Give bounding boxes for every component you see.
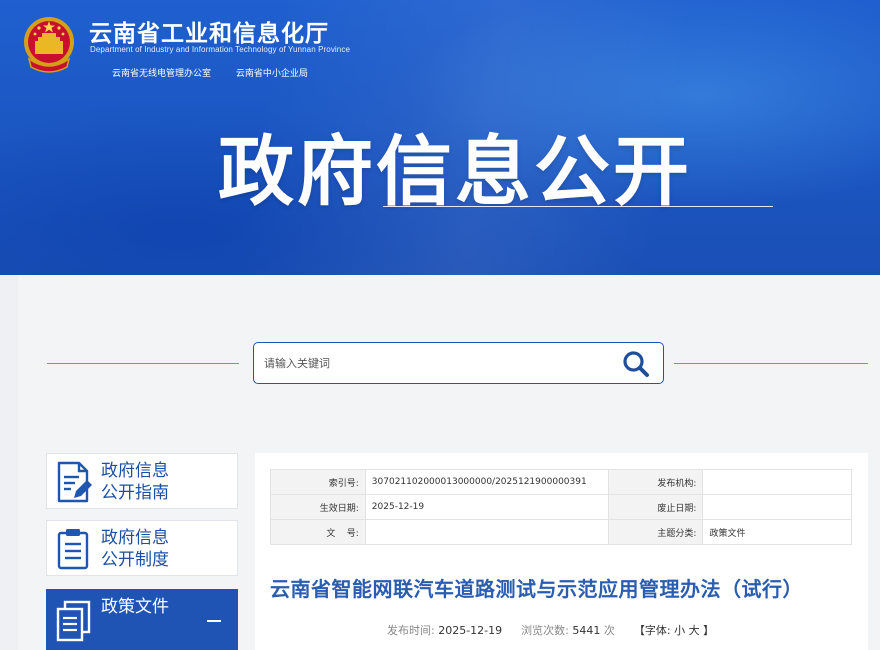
header-banner: 云南省工业和信息化厅 Department of Industry and In… — [0, 0, 880, 275]
topic-label: 主题分类: — [607, 519, 704, 545]
font-large-button[interactable]: 大 — [689, 624, 700, 637]
sub-unit-radio-office[interactable]: 云南省无线电管理办公室 — [112, 69, 211, 79]
search-divider-right — [674, 363, 868, 364]
table-row: 文 号: 主题分类: 政策文件 — [270, 519, 852, 545]
expire-date-label: 废止日期: — [607, 494, 704, 520]
sidebar-item-label: 政府信息 公开指南 — [101, 461, 169, 503]
banner-title: 政府信息公开 — [218, 127, 692, 216]
publisher-label: 发布机构: — [607, 469, 704, 495]
views-label: 浏览次数: — [521, 624, 569, 637]
search-divider-left — [47, 363, 239, 364]
page-title: 云南省智能网联汽车道路测试与示范应用管理办法（试行） — [270, 577, 803, 601]
topic-value: 政策文件 — [702, 519, 852, 545]
search-bar — [253, 342, 664, 384]
sidebar-item-disclosure-system[interactable]: 政府信息 公开制度 — [46, 520, 238, 576]
sidebar-item-disclosure-guide[interactable]: 政府信息 公开指南 — [46, 453, 238, 509]
documents-icon — [56, 600, 91, 642]
index-value: 307021102000013000000/2025121900000391 — [364, 469, 609, 495]
font-size-label: 【字体: — [633, 624, 671, 637]
sidebar-item-label: 政策文件 — [101, 597, 169, 617]
site-title-english: Department of Industry and Information T… — [90, 45, 350, 54]
sidebar-item-policy-documents[interactable]: 政策文件 — [46, 589, 238, 650]
banner-title-underline — [383, 206, 773, 207]
publish-time-label: 发布时间: — [387, 624, 435, 637]
national-emblem-icon — [24, 17, 74, 73]
search-icon[interactable] — [621, 349, 651, 379]
article-info: 发布时间: 2025-12-19 浏览次数: 5441 次 【字体: 小 大 】 — [387, 622, 714, 638]
document-edit-icon — [57, 461, 92, 503]
document-meta-table: 索引号: 307021102000013000000/2025121900000… — [270, 469, 852, 545]
sub-unit-sme-bureau[interactable]: 云南省中小企业局 — [236, 69, 308, 79]
effective-date-label: 生效日期: — [270, 494, 366, 520]
publisher-value — [702, 469, 852, 495]
publish-time-value: 2025-12-19 — [438, 624, 503, 637]
site-title[interactable]: 云南省工业和信息化厅 — [89, 14, 329, 48]
doc-number-label: 文 号: — [270, 519, 366, 545]
views-count: 5441 — [572, 624, 601, 637]
collapse-icon[interactable] — [207, 620, 221, 622]
sidebar-item-label: 政府信息 公开制度 — [101, 528, 169, 570]
font-size-close: 】 — [703, 624, 715, 637]
table-row: 生效日期: 2025-12-19 废止日期: — [270, 494, 852, 520]
search-input[interactable] — [264, 351, 604, 375]
font-small-button[interactable]: 小 — [674, 624, 685, 637]
table-row: 索引号: 307021102000013000000/2025121900000… — [270, 469, 852, 495]
index-label: 索引号: — [270, 469, 366, 495]
effective-date-value: 2025-12-19 — [364, 494, 609, 520]
doc-number-value — [364, 519, 609, 545]
views-unit: 次 — [603, 624, 615, 637]
font-size-control: 【字体: 小 大 】 — [634, 624, 714, 637]
expire-date-value — [702, 494, 852, 520]
sub-units: 云南省无线电管理办公室 云南省中小企业局 — [112, 66, 320, 79]
clipboard-list-icon — [57, 529, 89, 570]
